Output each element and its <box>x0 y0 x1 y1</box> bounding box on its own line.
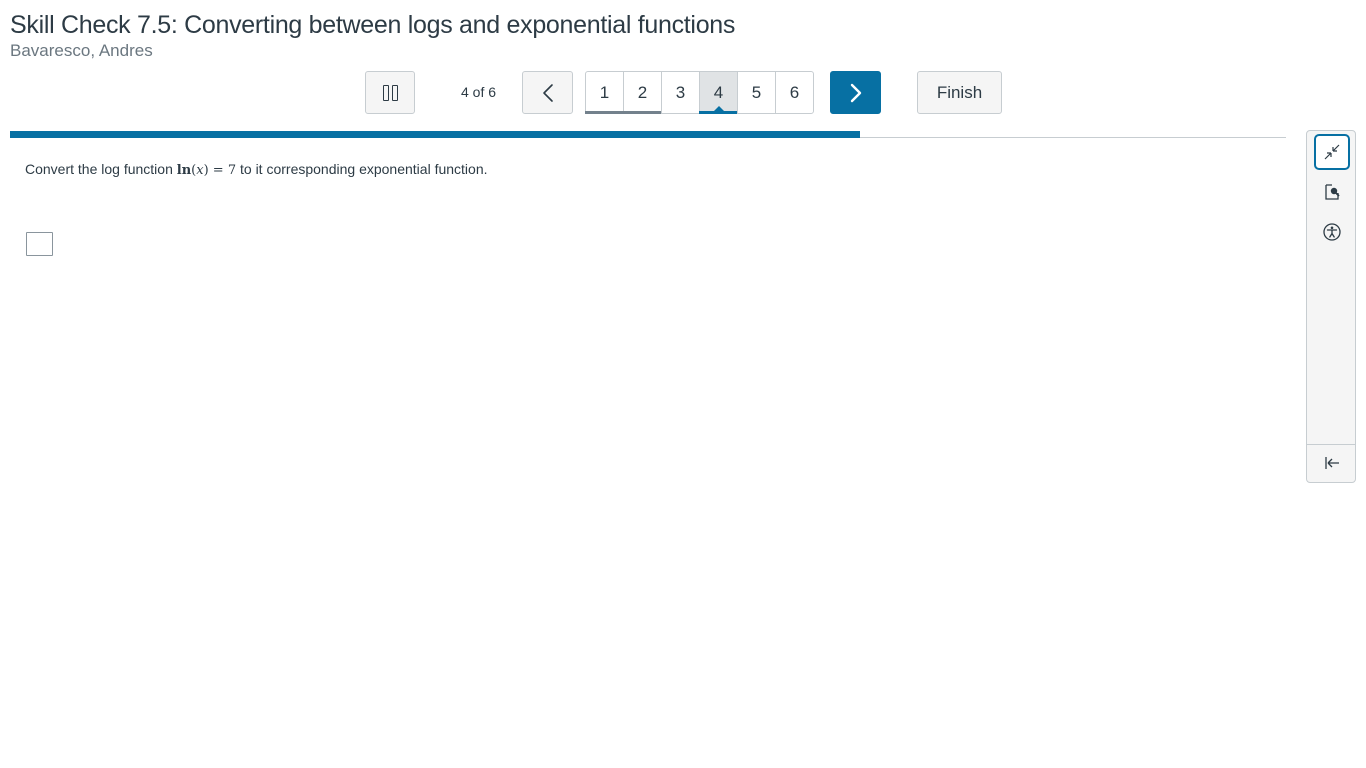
chevron-right-icon <box>850 83 861 102</box>
document-search-icon <box>1325 184 1340 200</box>
question-prefix: Convert the log function <box>25 161 177 177</box>
answer-input[interactable] <box>26 232 53 256</box>
tools-sidebar <box>1306 130 1356 483</box>
page-4-button[interactable]: 4 <box>699 71 738 114</box>
page-1-button[interactable]: 1 <box>585 71 624 114</box>
collapse-button[interactable] <box>1314 134 1350 170</box>
accessibility-button[interactable] <box>1314 214 1350 250</box>
preview-button[interactable] <box>1314 174 1350 210</box>
quiz-title: Skill Check 7.5: Converting between logs… <box>10 11 736 39</box>
arrow-left-to-bar-icon <box>1325 457 1339 469</box>
math-expression: ln(x) = 7 <box>176 163 237 178</box>
student-name: Bavaresco, Andres <box>10 41 153 60</box>
pause-icon <box>382 84 398 101</box>
chevron-left-icon <box>542 83 553 102</box>
accessibility-icon <box>1323 223 1341 241</box>
expand-panel-button[interactable] <box>1314 445 1350 481</box>
question-pager: 1 2 3 4 5 6 <box>585 71 814 114</box>
page-6-button[interactable]: 6 <box>775 71 814 114</box>
question-prompt: Convert the log function ln(x) = 7 to it… <box>25 161 488 178</box>
page-3-button[interactable]: 3 <box>661 71 700 114</box>
collapse-arrows-icon <box>1324 144 1340 160</box>
page-2-button[interactable]: 2 <box>623 71 662 114</box>
page-5-button[interactable]: 5 <box>737 71 776 114</box>
question-counter: 4 of 6 <box>461 84 497 100</box>
question-suffix: to it corresponding exponential function… <box>236 161 488 177</box>
finish-button[interactable]: Finish <box>917 71 1002 114</box>
next-question-button[interactable] <box>830 71 881 114</box>
pause-button[interactable] <box>365 71 415 114</box>
previous-question-button[interactable] <box>522 71 573 114</box>
progress-bar <box>10 131 860 138</box>
